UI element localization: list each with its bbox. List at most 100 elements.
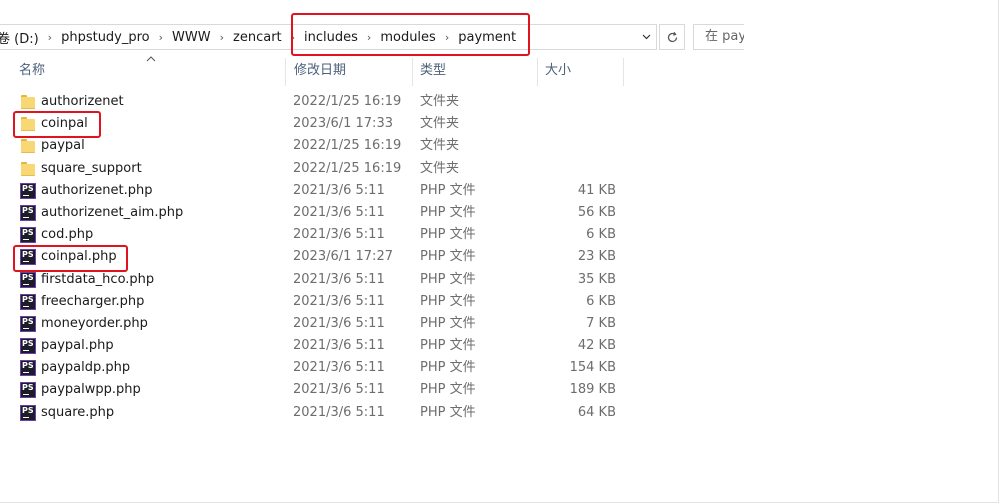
- php-file-icon: PS: [20, 293, 36, 310]
- file-row-coinpal-php[interactable]: PS coinpal.php 2023/6/1 17:27 PHP 文件 23 …: [0, 246, 700, 268]
- breadcrumb-www[interactable]: WWW: [166, 30, 217, 45]
- file-date: 2021/3/6 5:11: [293, 271, 385, 287]
- file-row-freecharger-php[interactable]: PS freecharger.php 2021/3/6 5:11 PHP 文件 …: [0, 291, 700, 313]
- file-row-square-support[interactable]: square_support 2022/1/25 16:19 文件夹: [0, 158, 700, 180]
- file-row-paypalwpp-php[interactable]: PS paypalwpp.php 2021/3/6 5:11 PHP 文件 18…: [0, 379, 700, 401]
- file-type: PHP 文件: [420, 338, 476, 354]
- php-file-icon: PS: [20, 204, 36, 221]
- file-date: 2021/3/6 5:11: [293, 204, 385, 220]
- file-date: 2022/1/25 16:19: [293, 138, 402, 154]
- file-size: 23 KB: [577, 249, 616, 265]
- file-name: paypaldp.php: [41, 360, 131, 376]
- file-size: 7 KB: [586, 315, 616, 331]
- file-date: 2022/1/25 16:19: [293, 94, 402, 109]
- file-list: authorizenet 2022/1/25 16:19 文件夹 coinpal…: [0, 91, 700, 424]
- breadcrumb-drive[interactable]: 卷 (D:): [0, 28, 45, 47]
- file-row-paypal-php[interactable]: PS paypal.php 2021/3/6 5:11 PHP 文件 42 KB: [0, 335, 700, 357]
- chevron-right-icon[interactable]: ›: [45, 31, 55, 44]
- php-file-icon: PS: [20, 315, 36, 332]
- folder-icon: [21, 161, 35, 176]
- breadcrumb-modules[interactable]: modules: [374, 30, 442, 45]
- file-name: paypalwpp.php: [41, 382, 141, 398]
- file-type: 文件夹: [420, 94, 460, 109]
- file-type: PHP 文件: [420, 182, 476, 198]
- breadcrumb-phpstudy-pro[interactable]: phpstudy_pro: [55, 30, 156, 45]
- file-size: 6 KB: [586, 227, 616, 243]
- file-row-cod-php[interactable]: PS cod.php 2021/3/6 5:11 PHP 文件 6 KB: [0, 224, 700, 246]
- file-size: 154 KB: [569, 360, 616, 376]
- file-type: PHP 文件: [420, 315, 476, 331]
- file-name: square_support: [41, 160, 142, 176]
- file-name: authorizenet_aim.php: [41, 204, 184, 220]
- file-size: 64 KB: [577, 404, 616, 420]
- php-file-icon: PS: [20, 249, 36, 266]
- file-type: 文件夹: [420, 116, 460, 132]
- breadcrumb-includes[interactable]: includes: [298, 30, 364, 45]
- file-name: authorizenet.php: [41, 182, 153, 198]
- chevron-down-icon[interactable]: [640, 30, 652, 44]
- file-row-authorizenet-php[interactable]: PS authorizenet.php 2021/3/6 5:11 PHP 文件…: [0, 180, 700, 202]
- refresh-button[interactable]: [659, 24, 685, 50]
- file-date: 2021/3/6 5:11: [293, 227, 385, 243]
- file-type: PHP 文件: [420, 382, 476, 398]
- file-type: PHP 文件: [420, 227, 476, 243]
- chevron-right-icon[interactable]: ›: [288, 31, 298, 44]
- file-row-authorizenet-aim-php[interactable]: PS authorizenet_aim.php 2021/3/6 5:11 PH…: [0, 202, 700, 224]
- file-name: moneyorder.php: [41, 315, 148, 331]
- file-type: PHP 文件: [420, 271, 476, 287]
- file-row-square-php[interactable]: PS square.php 2021/3/6 5:11 PHP 文件 64 KB: [0, 402, 700, 424]
- file-row-moneyorder-php[interactable]: PS moneyorder.php 2021/3/6 5:11 PHP 文件 7…: [0, 313, 700, 335]
- file-date: 2021/3/6 5:11: [293, 315, 385, 331]
- file-size: 35 KB: [577, 271, 616, 287]
- file-size: 41 KB: [577, 182, 616, 198]
- column-header-name[interactable]: 名称: [16, 58, 286, 86]
- php-file-icon: PS: [20, 338, 36, 355]
- breadcrumb-payment[interactable]: payment: [452, 30, 522, 45]
- file-name: firstdata_hco.php: [41, 271, 155, 287]
- file-date: 2022/1/25 16:19: [293, 160, 402, 176]
- chevron-right-icon[interactable]: ›: [442, 31, 452, 44]
- file-size: 42 KB: [577, 338, 616, 354]
- search-input[interactable]: 在 pay: [693, 24, 744, 50]
- folder-icon: [21, 95, 35, 109]
- file-name: authorizenet: [41, 94, 124, 109]
- file-date: 2023/6/1 17:27: [293, 249, 393, 265]
- file-name: freecharger.php: [41, 293, 145, 309]
- column-header-date[interactable]: 修改日期: [291, 58, 413, 86]
- file-row-paypaldp-php[interactable]: PS paypaldp.php 2021/3/6 5:11 PHP 文件 154…: [0, 357, 700, 379]
- file-row-authorizenet[interactable]: authorizenet 2022/1/25 16:19 文件夹: [0, 91, 700, 113]
- chevron-right-icon[interactable]: ›: [217, 31, 227, 44]
- file-type: PHP 文件: [420, 360, 476, 376]
- php-file-icon: PS: [20, 271, 36, 288]
- file-date: 2021/3/6 5:11: [293, 293, 385, 309]
- file-type: PHP 文件: [420, 204, 476, 220]
- file-name: coinpal: [41, 116, 88, 132]
- folder-icon: [21, 139, 35, 154]
- chevron-right-icon[interactable]: ›: [364, 31, 374, 44]
- file-row-paypal[interactable]: paypal 2022/1/25 16:19 文件夹: [0, 135, 700, 157]
- refresh-icon: [667, 31, 677, 42]
- file-name: cod.php: [41, 227, 94, 243]
- php-file-icon: PS: [20, 360, 36, 377]
- file-row-firstdata-hco-php[interactable]: PS firstdata_hco.php 2021/3/6 5:11 PHP 文…: [0, 269, 700, 291]
- php-file-icon: PS: [20, 404, 36, 421]
- file-date: 2021/3/6 5:11: [293, 382, 385, 398]
- php-file-icon: PS: [20, 227, 36, 244]
- file-date: 2023/6/1 17:33: [293, 116, 393, 132]
- column-header-size[interactable]: 大小: [542, 58, 624, 86]
- chevron-right-icon[interactable]: ›: [156, 31, 166, 44]
- file-name: paypal.php: [41, 338, 114, 354]
- file-type: 文件夹: [420, 160, 460, 176]
- address-bar[interactable]: 卷 (D:) › phpstudy_pro › WWW › zencart › …: [0, 24, 657, 50]
- breadcrumb-zencart[interactable]: zencart: [227, 30, 288, 45]
- file-type: PHP 文件: [420, 293, 476, 309]
- file-size: 6 KB: [586, 293, 616, 309]
- file-name: square.php: [41, 404, 115, 420]
- php-file-icon: PS: [20, 182, 36, 199]
- folder-icon: [21, 117, 35, 132]
- file-date: 2021/3/6 5:11: [293, 360, 385, 376]
- file-size: 189 KB: [569, 382, 616, 398]
- column-header-type[interactable]: 类型: [417, 58, 538, 86]
- file-date: 2021/3/6 5:11: [293, 338, 385, 354]
- file-row-coinpal[interactable]: coinpal 2023/6/1 17:33 文件夹: [0, 113, 700, 135]
